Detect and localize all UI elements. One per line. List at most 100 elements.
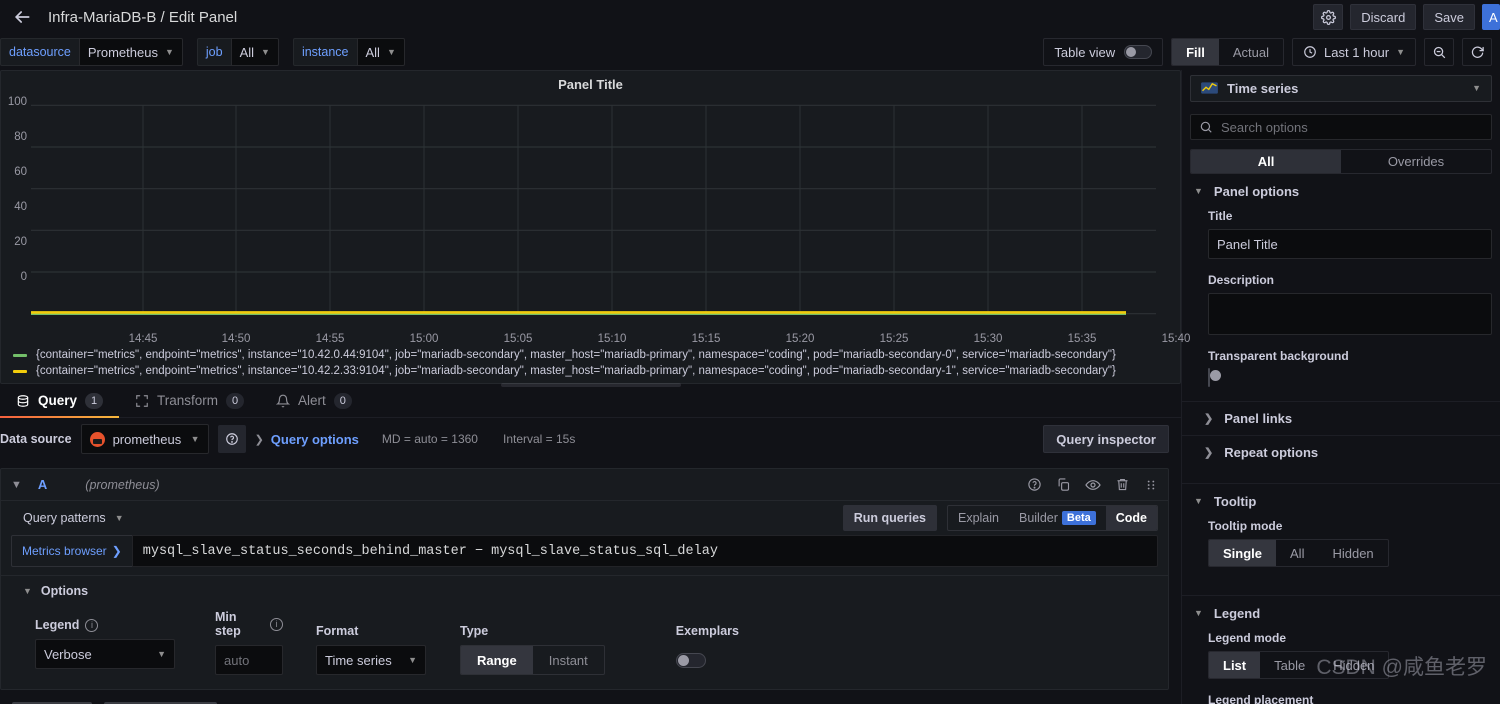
discard-button[interactable]: Discard [1350,4,1417,30]
table-view-switch[interactable] [1124,45,1153,59]
fill-option[interactable]: Fill [1172,39,1219,65]
query-expression-input[interactable]: mysql_slave_status_seconds_behind_master… [131,535,1158,567]
chevron-down-icon: ▼ [408,654,417,665]
legend-mode-hidden[interactable]: Hidden [1319,652,1388,678]
search-icon [1199,120,1213,134]
query-options-toggle[interactable]: ❯ Query options [255,432,359,447]
x-tick-label: 15:30 [973,333,1003,345]
legend-color-swatch [13,353,27,357]
top-bar: Infra-MariaDB-B / Edit Panel Discard Sav… [0,0,1500,34]
repeat-options-row[interactable]: ❯ Repeat options [1182,435,1500,469]
type-instant-option[interactable]: Instant [533,646,604,674]
refresh-button[interactable] [1462,38,1492,66]
apply-button[interactable]: A [1482,4,1500,30]
code-option[interactable]: Code [1105,506,1157,530]
x-tick-label: 15:35 [1067,333,1097,345]
type-range-option[interactable]: Range [461,646,533,674]
panel-description-textarea[interactable] [1208,293,1492,336]
variable-job: job All ▼ [196,38,279,66]
tab-alert[interactable]: Alert 0 [260,384,368,417]
time-range-label: Last 1 hour [1324,44,1390,60]
query-ref-id[interactable]: A [38,477,47,492]
panel-title-input[interactable]: Panel Title [1208,229,1492,260]
chart-area[interactable]: 100 80 60 40 20 0 14:45 14:50 14:55 15:0… [1,96,1191,347]
transparent-background-switch[interactable] [1208,368,1210,388]
clock-icon [1303,45,1317,59]
tooltip-mode-hidden[interactable]: Hidden [1318,540,1387,566]
legend-header-label: Legend [1213,606,1261,622]
zoom-out-button[interactable] [1424,38,1454,66]
run-queries-button[interactable]: Run queries [842,505,937,531]
dashboard-settings-button[interactable] [1313,4,1344,30]
exemplars-switch[interactable] [675,652,706,668]
options-pane: Time series ▼ All Overrides ▼ Panel opt [1181,70,1500,704]
timeseries-chart [31,104,1156,315]
query-patterns-dropdown[interactable]: Query patterns ▼ [23,511,124,525]
format-field-label: Format [316,624,359,638]
datasource-picker[interactable]: prometheus ▼ [80,424,209,454]
legend-header[interactable]: ▼ Legend [1182,606,1500,621]
tooltip-mode-all[interactable]: All [1276,540,1318,566]
x-tick-label: 14:45 [128,333,158,345]
tab-all[interactable]: All [1191,150,1341,174]
save-button[interactable]: Save [1423,4,1475,30]
variable-select-datasource[interactable]: Prometheus ▼ [78,38,183,66]
chevron-down-icon[interactable]: ▼ [5,479,28,491]
visualization-toolbar: Table view Fill Actual Last 1 hour ▼ [1043,38,1500,66]
tooltip-header[interactable]: ▼ Tooltip [1182,494,1500,509]
tooltip-mode-segment: Single All Hidden [1208,539,1389,568]
query-tabs: Query 1 Transform 0 Alert 0 [0,384,1181,418]
tooltip-mode-single[interactable]: Single [1209,540,1277,567]
x-tick-label: 15:15 [691,333,721,345]
table-view-toggle[interactable]: Table view [1043,38,1164,66]
legend-mode-list[interactable]: List [1209,652,1261,679]
tab-transform[interactable]: Transform 0 [119,384,260,417]
trash-icon[interactable] [1115,477,1130,492]
query-options-section: ▼ Options Legend i Verbose ▼ Min step i … [1,575,1168,689]
legend-item-label: {container="metrics", endpoint="metrics"… [36,349,1116,361]
min-step-input[interactable]: auto [215,645,283,675]
variable-select-instance[interactable]: All ▼ [356,38,405,66]
tooltip-header-label: Tooltip [1213,494,1257,510]
query-action-buttons [0,690,1181,704]
tab-transform-count: 0 [226,392,245,409]
eye-icon[interactable] [1085,477,1101,493]
query-inspector-button[interactable]: Query inspector [1043,425,1169,453]
x-tick-label: 15:25 [879,333,909,345]
explain-option[interactable]: Explain [948,506,1009,530]
variable-value-datasource: Prometheus [87,44,158,60]
help-circle-icon[interactable] [1027,477,1042,492]
query-options-section-toggle[interactable]: ▼ Options [11,584,1158,598]
options-search[interactable] [1190,113,1492,141]
drag-handle-icon[interactable] [1144,478,1158,492]
chevron-down-icon: ▼ [1194,496,1203,507]
info-icon[interactable]: i [85,618,99,632]
variable-select-job[interactable]: All ▼ [230,38,279,66]
datasource-help-button[interactable] [217,425,246,453]
tab-query-count: 1 [85,392,104,409]
visualization-picker[interactable]: Time series ▼ [1190,75,1492,102]
panel-options-header[interactable]: ▼ Panel options [1182,184,1500,199]
back-arrow-icon[interactable] [10,5,34,29]
info-icon[interactable]: i [270,617,283,631]
metrics-browser-button[interactable]: Metrics browser ❯ [11,535,132,567]
legend-mode-table[interactable]: Table [1260,652,1319,678]
builder-option[interactable]: Builder Beta [1009,506,1106,530]
actual-option[interactable]: Actual [1219,39,1283,65]
time-range-picker[interactable]: Last 1 hour ▼ [1292,38,1416,66]
copy-icon[interactable] [1056,477,1071,492]
legend-field: Legend i Verbose ▼ [23,616,175,675]
legend-select[interactable]: Verbose ▼ [35,639,175,669]
tab-overrides[interactable]: Overrides [1341,150,1491,173]
panel-links-row[interactable]: ❯ Panel links [1182,401,1500,435]
x-tick-label: 15:40 [1161,333,1191,345]
legend-item[interactable]: {container="metrics", endpoint="metrics"… [13,365,1180,377]
tab-query[interactable]: Query 1 [0,384,120,418]
legend-item[interactable]: {container="metrics", endpoint="metrics"… [13,349,1180,361]
search-input[interactable] [1221,119,1483,135]
fill-actual-segment: Fill Actual [1171,38,1285,66]
format-select[interactable]: Time series ▼ [316,645,426,675]
variable-label-job: job [196,38,231,66]
query-patterns-label: Query patterns [23,511,106,525]
x-tick-label: 15:00 [409,333,439,345]
